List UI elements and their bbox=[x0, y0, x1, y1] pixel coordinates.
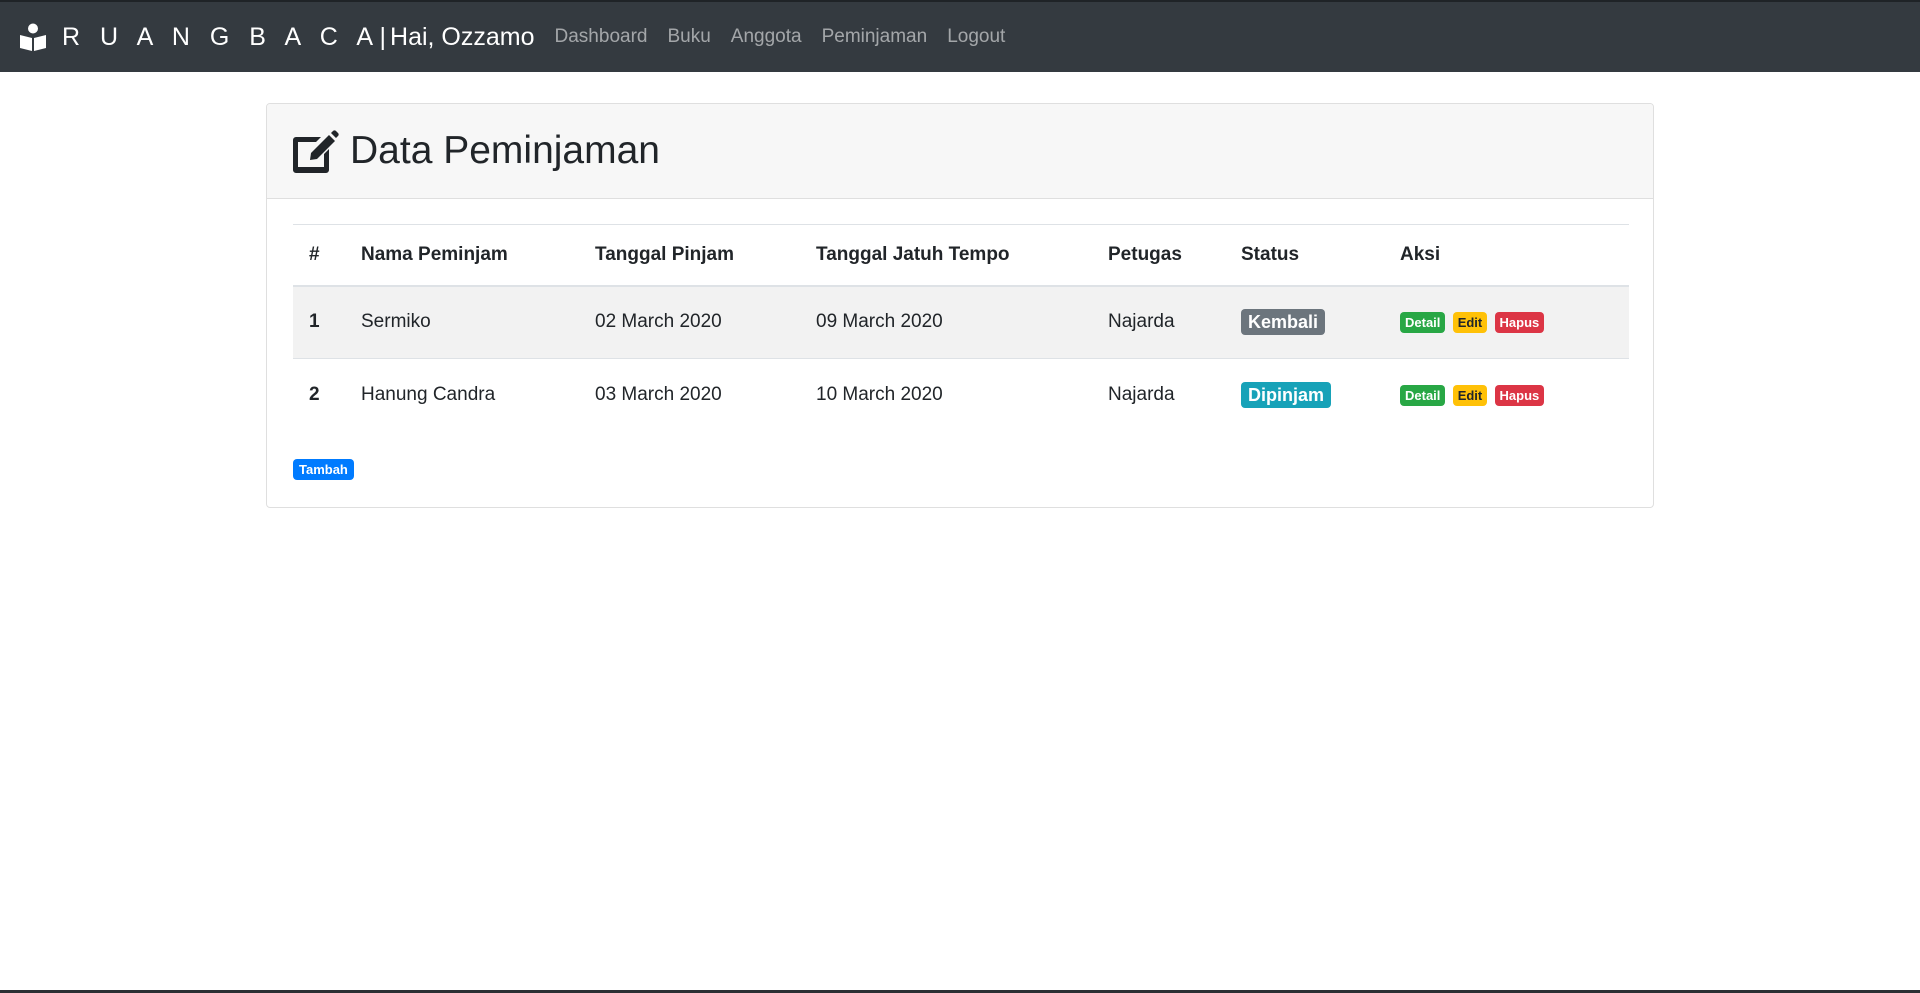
edit-icon bbox=[292, 129, 340, 173]
cell-no: 2 bbox=[293, 358, 345, 432]
status-badge: Kembali bbox=[1241, 309, 1326, 336]
peminjaman-card: Data Peminjaman # Nama Peminjam Tanggal … bbox=[266, 103, 1654, 508]
table-wrapper: # Nama Peminjam Tanggal Pinjam Tanggal J… bbox=[293, 224, 1629, 432]
nav-link-anggota[interactable]: Anggota bbox=[731, 26, 802, 48]
table-header-row: # Nama Peminjam Tanggal Pinjam Tanggal J… bbox=[293, 224, 1629, 287]
nav-link-logout[interactable]: Logout bbox=[947, 26, 1005, 48]
table-row: 2 Hanung Candra 03 March 2020 10 March 2… bbox=[293, 358, 1629, 432]
status-badge: Dipinjam bbox=[1241, 382, 1332, 409]
col-header-petugas: Petugas bbox=[1092, 224, 1225, 287]
page-title: Data Peminjaman bbox=[350, 129, 660, 172]
col-header-tgl-tempo: Tanggal Jatuh Tempo bbox=[800, 224, 1092, 287]
cell-tgl-pinjam: 03 March 2020 bbox=[579, 358, 800, 432]
edit-button[interactable]: Edit bbox=[1452, 385, 1488, 407]
brand-name: R U A N G B A C A bbox=[62, 22, 380, 51]
cell-tgl-tempo: 10 March 2020 bbox=[800, 358, 1092, 432]
nav-link-buku[interactable]: Buku bbox=[667, 26, 710, 48]
nav-link-dashboard[interactable]: Dashboard bbox=[555, 26, 648, 48]
cell-aksi: Detail Edit Hapus bbox=[1384, 286, 1629, 359]
detail-button[interactable]: Detail bbox=[1400, 312, 1446, 334]
cell-status: Dipinjam bbox=[1225, 358, 1384, 432]
card-header: Data Peminjaman bbox=[267, 104, 1653, 199]
cell-status: Kembali bbox=[1225, 286, 1384, 359]
col-header-tgl-pinjam: Tanggal Pinjam bbox=[579, 224, 800, 287]
col-header-no: # bbox=[293, 224, 345, 287]
navbar: R U A N G B A C A | Hai, Ozzamo Dashboar… bbox=[0, 2, 1920, 72]
cell-tgl-pinjam: 02 March 2020 bbox=[595, 311, 722, 333]
cell-no: 1 bbox=[309, 311, 320, 333]
user-greeting: Hai, Ozzamo bbox=[390, 22, 535, 51]
book-reader-icon bbox=[18, 22, 48, 52]
table-row: 1 Sermiko 02 March 2020 09 March 2020 Na… bbox=[293, 285, 1629, 359]
hapus-button[interactable]: Hapus bbox=[1494, 385, 1545, 407]
detail-button[interactable]: Detail bbox=[1400, 385, 1446, 407]
nav-link-peminjaman[interactable]: Peminjaman bbox=[822, 26, 928, 48]
cell-nama: Hanung Candra bbox=[345, 358, 579, 432]
edit-button[interactable]: Edit bbox=[1452, 312, 1488, 334]
cell-nama: Sermiko bbox=[361, 311, 431, 333]
cell-petugas: Najarda bbox=[1092, 358, 1225, 432]
cell-aksi: Detail Edit Hapus bbox=[1384, 358, 1629, 432]
col-header-aksi: Aksi bbox=[1384, 224, 1629, 287]
hapus-button[interactable]: Hapus bbox=[1494, 312, 1545, 334]
col-header-status: Status bbox=[1225, 224, 1384, 287]
cell-petugas: Najarda bbox=[1108, 311, 1175, 333]
nav-links: Dashboard Buku Anggota Peminjaman Logout bbox=[555, 26, 1026, 48]
cell-tgl-tempo: 09 March 2020 bbox=[816, 311, 943, 333]
brand-separator: | bbox=[379, 22, 387, 51]
tambah-button[interactable]: Tambah bbox=[293, 459, 354, 480]
peminjaman-table: # Nama Peminjam Tanggal Pinjam Tanggal J… bbox=[293, 224, 1629, 432]
navbar-brand[interactable]: R U A N G B A C A | Hai, Ozzamo bbox=[18, 22, 535, 52]
col-header-nama: Nama Peminjam bbox=[345, 224, 579, 287]
